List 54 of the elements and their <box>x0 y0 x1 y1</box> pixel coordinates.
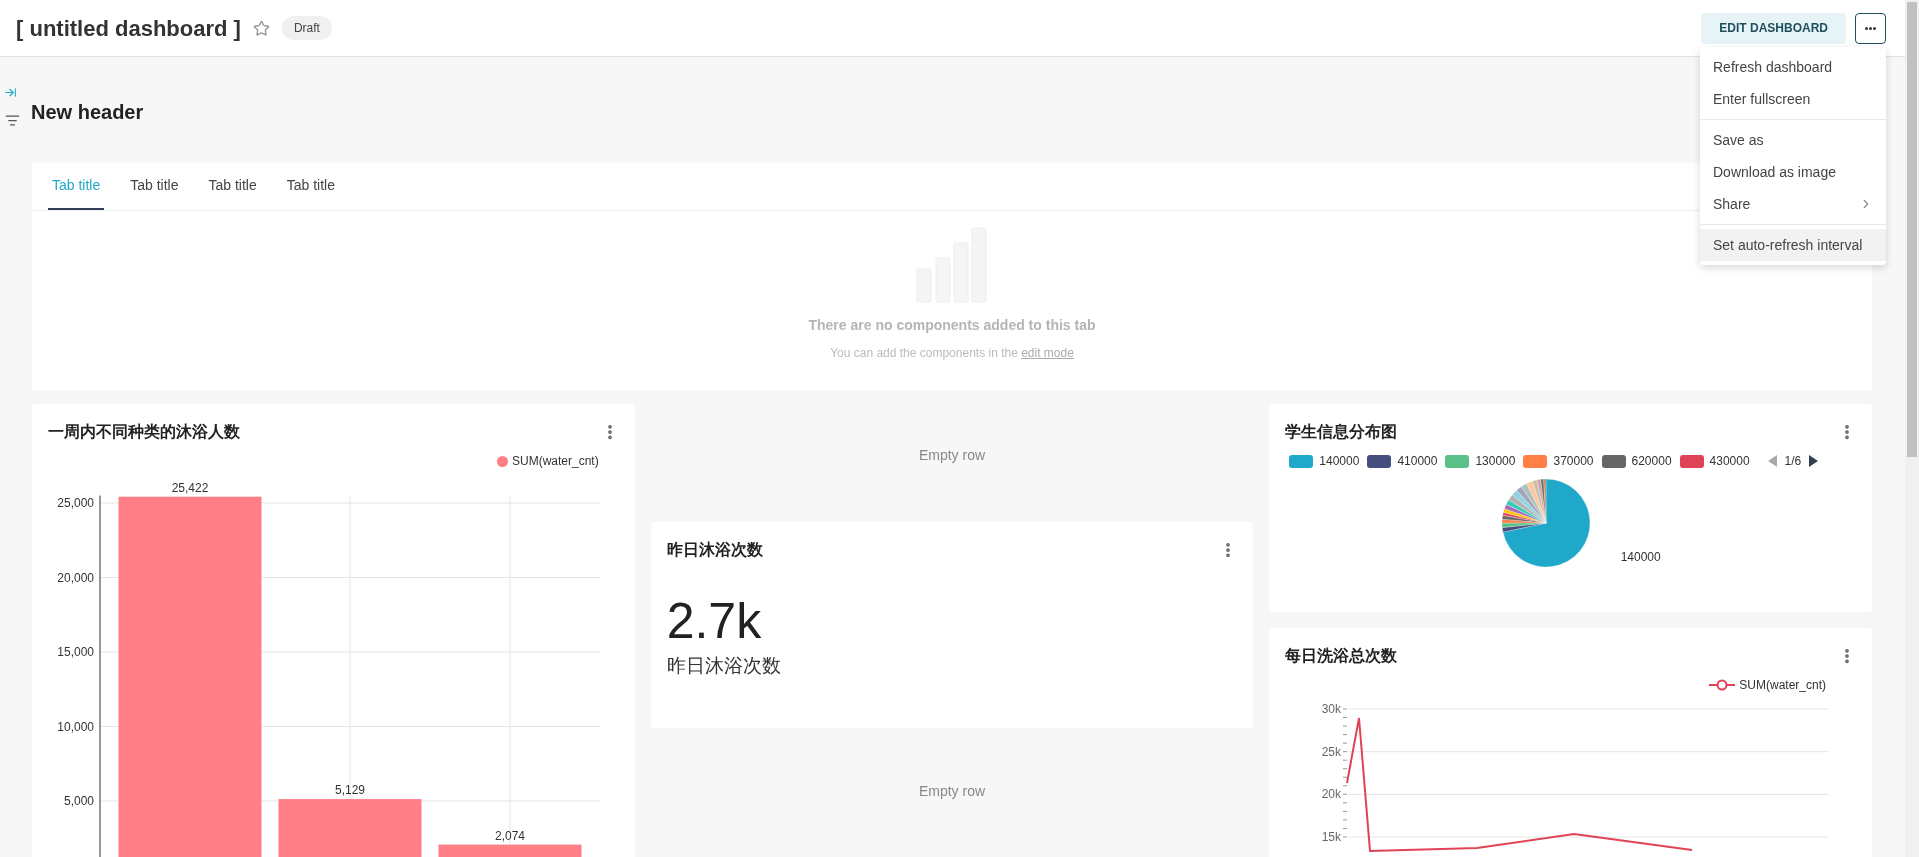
tab[interactable]: Tab title <box>282 162 339 210</box>
slice-label: 140000 <box>1620 549 1661 566</box>
legend-label: SUM(water_cnt) <box>1739 677 1826 694</box>
legend-label[interactable]: 130000 <box>1475 452 1516 470</box>
legend-label[interactable]: 430000 <box>1709 452 1750 470</box>
legend-line-icon <box>1709 679 1736 691</box>
scrollbar-thumb[interactable] <box>1907 2 1917 457</box>
menu-item[interactable]: Share <box>1700 188 1886 220</box>
axis-tick-label: 20,000 <box>57 570 94 585</box>
legend-label[interactable]: 370000 <box>1553 452 1594 470</box>
expand-sidebar-icon[interactable] <box>3 86 17 99</box>
axis-tick-label: 15k <box>1321 830 1342 845</box>
legend-page-indicator: 1/6 <box>1784 453 1802 470</box>
favorite-star-icon[interactable] <box>252 19 270 37</box>
axis-tick-label: 5,000 <box>63 794 94 808</box>
menu-item[interactable]: Download as image <box>1700 156 1886 188</box>
empty-state-text: You can add the components in the edit mode <box>830 345 1074 362</box>
next-page-icon[interactable] <box>1809 455 1819 467</box>
legend-label[interactable]: 620000 <box>1631 452 1672 470</box>
card-title: 每日洗浴总次数 <box>1285 646 1398 666</box>
axis-tick-label: 10,000 <box>57 719 94 734</box>
menu-item[interactable]: Save as <box>1700 124 1886 156</box>
card-title: 一周内不同种类的沐浴人数 <box>48 422 240 442</box>
status-badge: Draft <box>281 16 332 40</box>
empty-row-label: Empty row <box>918 445 986 465</box>
axis-tick-label: 20k <box>1321 787 1342 802</box>
edit-dashboard-button[interactable]: EDIT DASHBOARD <box>1701 12 1846 44</box>
axis-tick-label: 15,000 <box>57 645 94 659</box>
legend-label[interactable]: 140000 <box>1319 452 1360 470</box>
scrollbar[interactable] <box>1905 0 1919 857</box>
data-label: 25,422 <box>171 480 209 495</box>
filter-icon[interactable] <box>4 113 20 128</box>
tab[interactable]: Tab title <box>126 162 183 210</box>
empty-state-title: There are no components added to this tab <box>808 316 1096 335</box>
card-title: 昨日沐浴次数 <box>666 540 763 560</box>
section-header: New header <box>31 100 144 125</box>
data-label: 2,074 <box>495 828 525 843</box>
empty-row-label: Empty row <box>918 781 986 801</box>
legend-label: SUM(water_cnt) <box>511 453 599 470</box>
legend-label[interactable]: 410000 <box>1397 452 1438 470</box>
axis-tick-label: 25,000 <box>57 496 94 510</box>
axis-tick-label: 30k <box>1321 702 1342 716</box>
more-button[interactable] <box>1855 12 1886 44</box>
menu-item[interactable]: Set auto-refresh interval <box>1700 229 1886 261</box>
big-number-subheader: 昨日沐浴次数 <box>666 654 782 678</box>
menu-item[interactable]: Refresh dashboard <box>1700 51 1886 83</box>
dashboard-title: [ untitled dashboard ] <box>16 14 241 43</box>
menu-item[interactable]: Enter fullscreen <box>1700 83 1886 115</box>
card-title: 学生信息分布图 <box>1285 422 1398 442</box>
tab[interactable]: Tab title <box>204 162 261 210</box>
big-number: 2.7k <box>666 596 763 646</box>
more-icon <box>1865 26 1876 30</box>
data-label: 5,129 <box>335 783 365 798</box>
axis-tick-label: 25k <box>1321 744 1342 759</box>
